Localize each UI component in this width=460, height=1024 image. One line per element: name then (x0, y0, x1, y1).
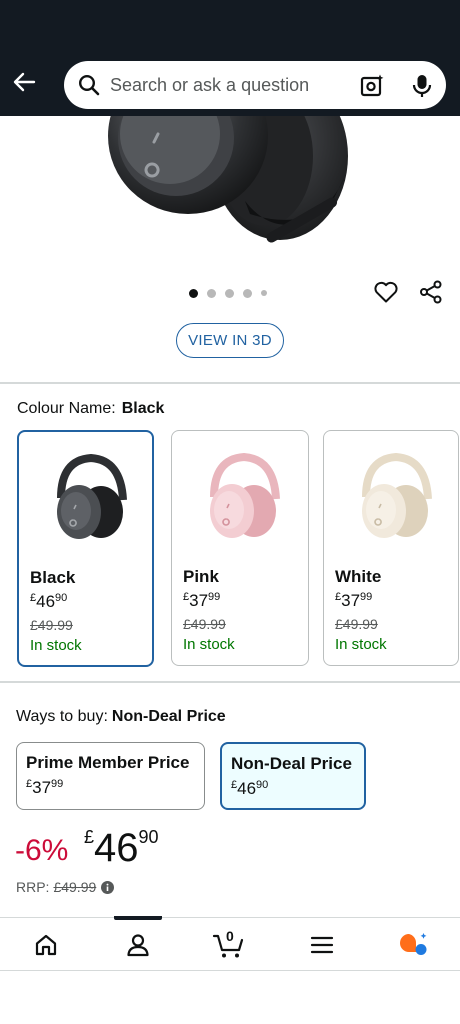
info-icon[interactable] (101, 880, 115, 894)
search-bar[interactable] (64, 61, 446, 109)
product-image[interactable] (0, 116, 460, 266)
rrp-line: RRP: £49.99 (16, 879, 115, 895)
image-carousel-dots[interactable] (189, 288, 267, 298)
colour-option-white[interactable]: White £3799 £49.99 In stock (323, 430, 459, 666)
search-input[interactable] (110, 73, 350, 97)
discount-percentage: -6% (15, 834, 69, 867)
top-header (0, 0, 460, 116)
colour-option-stock: In stock (183, 636, 235, 653)
prime-member-price-option[interactable]: Prime Member Price £3799 (16, 742, 205, 810)
account-icon (127, 934, 149, 957)
microphone-icon[interactable] (410, 73, 434, 99)
colour-option-name: White (335, 567, 382, 586)
ways-to-buy-label: Ways to buy: Non-Deal Price (16, 708, 226, 726)
carousel-dot[interactable] (261, 290, 267, 296)
colour-option-rrp: £49.99 (30, 617, 73, 633)
colour-label-text: Colour Name: (17, 400, 116, 417)
carousel-dot[interactable] (243, 288, 252, 298)
cart-count: 0 (226, 928, 234, 944)
black-headphones-thumbnail (57, 453, 127, 539)
colour-option-price: £3799 (335, 591, 372, 611)
carousel-dot[interactable] (225, 288, 234, 298)
section-divider (0, 382, 460, 384)
colour-name-label: Colour Name: Black (17, 400, 164, 418)
price-fraction: 90 (256, 779, 269, 791)
non-deal-price-option[interactable]: Non-Deal Price £4690 (220, 742, 366, 810)
price-fraction: 90 (55, 592, 68, 604)
menu-icon (310, 936, 334, 954)
nav-menu[interactable] (307, 930, 337, 960)
nav-account[interactable] (123, 930, 153, 960)
colour-option-stock: In stock (30, 637, 82, 654)
heart-icon[interactable] (373, 280, 399, 304)
colour-option-stock: In stock (335, 636, 387, 653)
buy-option-title: Non-Deal Price (231, 754, 352, 773)
active-tab-indicator (114, 916, 162, 920)
buy-option-price: £4690 (231, 779, 268, 799)
current-price: £4690 (84, 826, 159, 871)
rufus-assistant-icon (399, 933, 427, 955)
colour-option-name: Black (30, 568, 76, 587)
colour-option-price: £4690 (30, 592, 67, 612)
colour-option-rrp: £49.99 (183, 616, 226, 632)
price-fraction: 90 (138, 827, 159, 847)
carousel-dot[interactable] (207, 288, 216, 298)
price-whole: 37 (189, 591, 209, 610)
price-fraction: 99 (208, 591, 221, 603)
price-whole: 37 (341, 591, 361, 610)
colour-option-name: Pink (183, 567, 219, 586)
price-fraction: 99 (51, 778, 64, 790)
back-arrow-icon[interactable] (12, 70, 36, 94)
buy-option-price: £3799 (26, 778, 63, 798)
selected-buy-option: Non-Deal Price (111, 708, 226, 725)
search-icon[interactable] (78, 74, 100, 96)
selected-colour: Black (121, 400, 165, 417)
bottom-divider (0, 970, 460, 971)
price-whole: 46 (94, 826, 139, 870)
headphones-product-image (108, 116, 348, 243)
home-icon (35, 934, 57, 956)
bottom-navigation: 0 (0, 916, 460, 971)
price-fraction: 99 (360, 591, 373, 603)
rrp-value: £49.99 (53, 879, 97, 895)
price-whole: 46 (237, 779, 257, 798)
section-divider (0, 681, 460, 683)
camera-search-icon[interactable] (360, 72, 386, 98)
pink-headphones-thumbnail (210, 452, 280, 538)
price-whole: 37 (32, 778, 52, 797)
share-icon[interactable] (419, 280, 443, 304)
rrp-label: RRP: (16, 879, 50, 895)
ways-to-buy-text: Ways to buy: (16, 708, 108, 725)
colour-option-rrp: £49.99 (335, 616, 378, 632)
nav-home[interactable] (31, 930, 61, 960)
colour-option-price: £3799 (183, 591, 220, 611)
view-in-3d-button[interactable]: VIEW IN 3D (176, 323, 284, 358)
white-headphones-thumbnail (362, 452, 432, 538)
colour-option-black[interactable]: Black £4690 £49.99 In stock (17, 430, 154, 667)
price-whole: 46 (36, 592, 56, 611)
nav-cart[interactable]: 0 (211, 928, 247, 960)
currency-symbol: £ (84, 827, 95, 847)
colour-option-pink[interactable]: Pink £3799 £49.99 In stock (171, 430, 309, 666)
nav-rufus[interactable] (398, 930, 428, 960)
buy-option-title: Prime Member Price (26, 753, 190, 772)
carousel-dot[interactable] (189, 288, 198, 298)
